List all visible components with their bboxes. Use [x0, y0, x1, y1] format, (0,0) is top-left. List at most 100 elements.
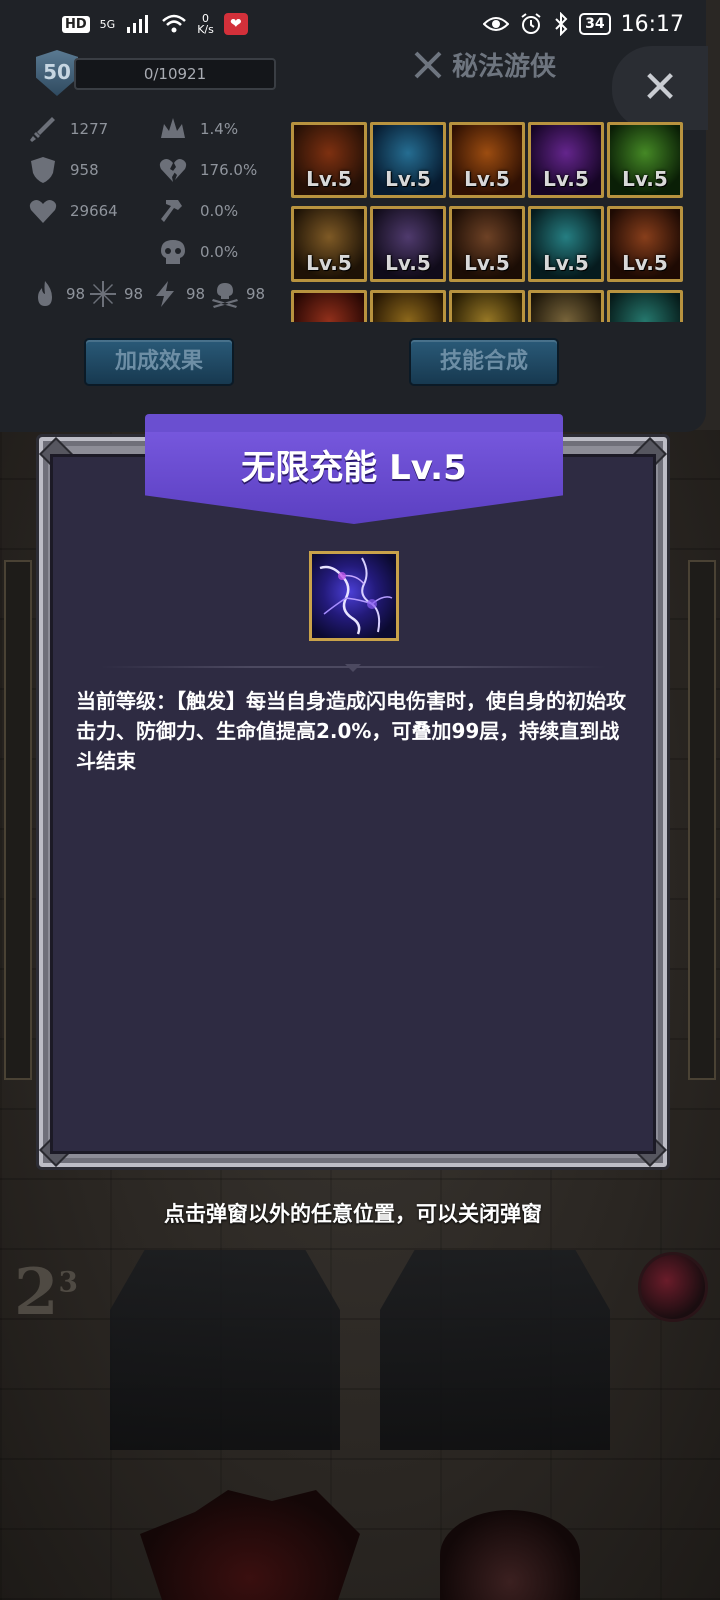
lightning-value: 98 — [186, 285, 206, 303]
net-speed: 0 K/s — [197, 13, 214, 35]
lightning-skill-icon — [309, 551, 399, 641]
alarm-icon — [521, 13, 541, 34]
bonus-effects-button[interactable]: 加成效果 — [84, 338, 234, 386]
crit-rate-value: 1.4% — [200, 120, 239, 138]
skill-slot[interactable] — [291, 290, 367, 322]
wifi-icon — [162, 14, 187, 33]
signal-group: 5G — [100, 19, 116, 30]
skull-icon — [158, 237, 188, 267]
skill-slot[interactable]: Lv.5 — [528, 122, 604, 198]
skill-slot[interactable] — [528, 290, 604, 322]
skill-level-label: Lv.5 — [385, 167, 431, 191]
tower-right — [380, 1250, 610, 1450]
xp-bar: 0/10921 — [74, 58, 276, 90]
banner-top-edge — [145, 414, 563, 432]
skill-level-label: Lv.5 — [306, 251, 352, 275]
skill-shade — [294, 293, 364, 322]
stat-poison: 98 — [210, 279, 265, 309]
skill-slot[interactable]: Lv.5 — [291, 122, 367, 198]
skill-slot[interactable] — [607, 290, 683, 322]
monster-silhouette-2 — [440, 1510, 580, 1600]
xp-value: 0/10921 — [143, 65, 207, 83]
hd-badge: HD — [62, 15, 90, 33]
fire-value: 98 — [66, 285, 86, 303]
skill-shade — [610, 293, 680, 322]
class-title: 秘法游侠 — [412, 46, 556, 83]
skill-slot[interactable]: Lv.5 — [607, 122, 683, 198]
skill-slot[interactable] — [449, 290, 525, 322]
status-left: HD 5G 0 K/s ❤ — [62, 13, 248, 35]
lightning-icon — [150, 279, 180, 309]
broken-heart-icon — [158, 155, 188, 185]
stat-hp: 29664 — [28, 196, 118, 226]
skill-shade — [531, 293, 601, 322]
stat-3-value: 0.0% — [200, 202, 239, 220]
stat-crit-damage: 176.0% — [158, 155, 257, 185]
heart-icon — [28, 196, 58, 226]
clock: 16:17 — [620, 11, 684, 37]
skill-shade — [373, 293, 443, 322]
skill-level-label: Lv.5 — [622, 167, 668, 191]
skill-slot[interactable]: Lv.5 — [607, 206, 683, 282]
skill-slot[interactable]: Lv.5 — [449, 206, 525, 282]
hp-value: 29664 — [70, 202, 118, 220]
skill-slot[interactable]: Lv.5 — [370, 122, 446, 198]
fire-icon — [30, 279, 60, 309]
level-value: 50 — [43, 60, 71, 84]
crossed-swords-icon — [414, 51, 442, 78]
popup-title: 无限充能 Lv.5 — [241, 448, 467, 488]
eye-icon — [483, 17, 510, 31]
defense-value: 958 — [70, 161, 99, 179]
ice-value: 98 — [124, 285, 144, 303]
stat-crit-rate: 1.4% — [158, 114, 238, 144]
bonus-effects-label: 加成效果 — [114, 349, 203, 374]
stat-fire: 98 — [30, 279, 85, 309]
close-button[interactable]: ✕ — [612, 46, 708, 130]
bluetooth-icon — [555, 12, 568, 36]
wave-number: 2 — [14, 1255, 59, 1330]
skill-slot[interactable]: Lv.5 — [449, 122, 525, 198]
stat-ice: 98 — [88, 279, 143, 309]
skill-level-label: Lv.5 — [306, 167, 352, 191]
stat-armor-pen: 0.0% — [158, 196, 238, 226]
stat-4-value: 0.0% — [200, 243, 239, 261]
skill-slot[interactable] — [370, 290, 446, 322]
skill-slot[interactable]: Lv.5 — [528, 206, 604, 282]
battery-icon: 34 — [579, 13, 611, 35]
wave-superscript: 3 — [58, 1265, 79, 1299]
level-badge: 50 — [36, 50, 78, 96]
skill-level-label: Lv.5 — [543, 251, 589, 275]
skill-orb-button[interactable] — [638, 1252, 708, 1322]
skill-level-label: Lv.5 — [385, 251, 431, 275]
left-pillar — [4, 560, 32, 1080]
wave-counter: 23 — [14, 1255, 78, 1330]
skill-description: 当前等级：【触发】每当自身造成闪电伤害时，使自身的初始攻击力、防御力、生命值提高… — [76, 689, 626, 773]
skill-level-label: Lv.5 — [622, 251, 668, 275]
signal-icon — [127, 15, 149, 33]
network-type: 5G — [99, 17, 116, 31]
status-bar: HD 5G 0 K/s ❤ 34 16:17 — [0, 0, 720, 48]
tower-left — [110, 1250, 340, 1450]
hero-info-panel: 50 0/10921 秘法游侠 ✕ 1277 958 29664 1.4% 17… — [0, 0, 708, 432]
close-icon: ✕ — [641, 62, 679, 113]
stat-lightning: 98 — [150, 279, 205, 309]
poison-value: 98 — [246, 285, 266, 303]
stat-defense: 958 — [28, 155, 99, 185]
close-hint-text: 点击弹窗以外的任意位置，可以关闭弹窗 — [164, 1202, 542, 1226]
skill-level-label: Lv.5 — [464, 167, 510, 191]
popup-title-banner: 无限充能 Lv.5 — [145, 414, 563, 524]
skull-crossbones-icon — [210, 279, 240, 309]
attack-value: 1277 — [70, 120, 109, 138]
skill-grid: Lv.5 Lv.5 Lv.5 Lv.5 Lv.5 Lv.5 Lv.5 Lv.5 Lv.5 Lv.5 — [291, 122, 687, 322]
stat-skull: 0.0% — [158, 237, 238, 267]
shield-icon — [28, 155, 58, 185]
skill-slot[interactable]: Lv.5 — [291, 206, 367, 282]
skill-level-label: Lv.5 — [464, 251, 510, 275]
skill-synthesis-button[interactable]: 技能合成 — [409, 338, 559, 386]
battery-level: 34 — [585, 16, 605, 32]
skill-shade — [452, 293, 522, 322]
skill-level-label: Lv.5 — [543, 167, 589, 191]
skill-slot[interactable]: Lv.5 — [370, 206, 446, 282]
lightning-bolt-icon — [319, 557, 393, 635]
class-name: 秘法游侠 — [452, 52, 557, 82]
